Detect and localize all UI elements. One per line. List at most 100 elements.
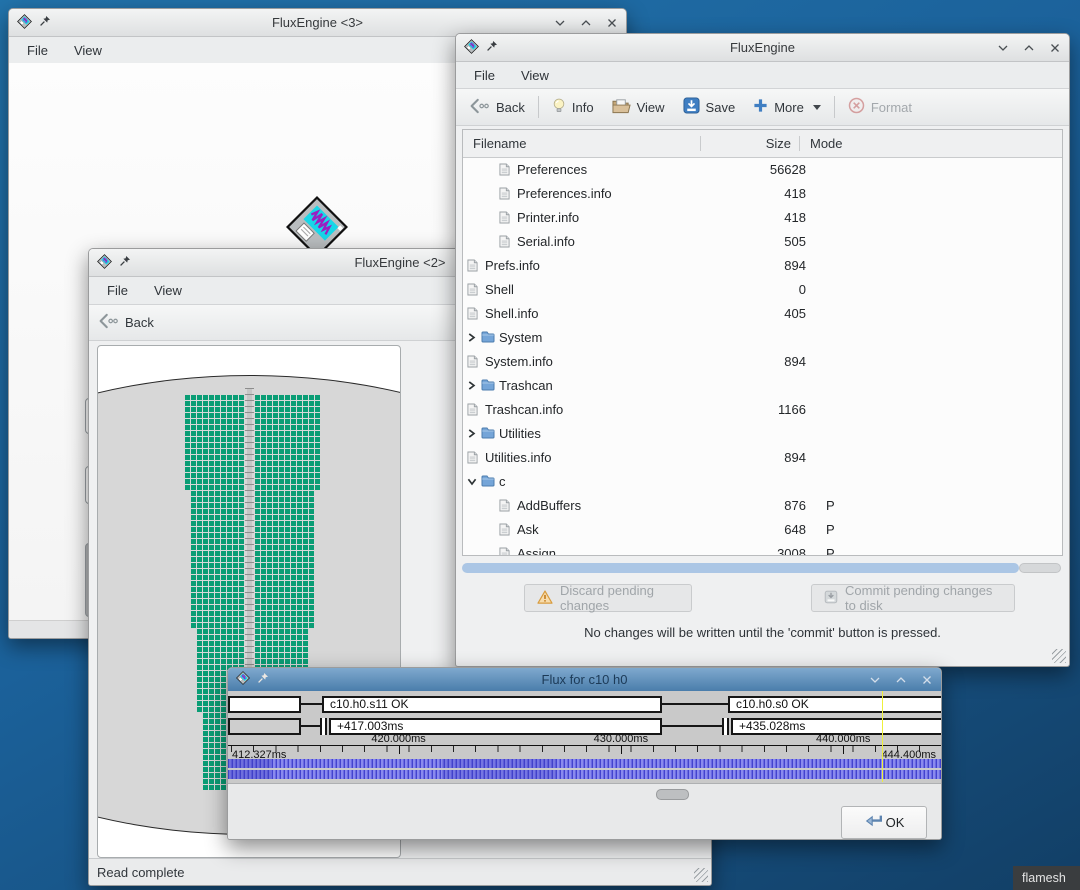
table-row[interactable]: c <box>463 469 1062 493</box>
axis-tick-label: 420.000ms <box>371 733 425 745</box>
toolbar: Back Info View Save More Format <box>456 89 1069 126</box>
file-list: Preferences56628Preferences.info418Print… <box>463 157 1062 555</box>
scrollbar-thumb[interactable] <box>1019 563 1061 573</box>
filename-cell: Ask <box>517 522 718 537</box>
size-cell: 876 <box>718 498 816 513</box>
commit-button[interactable]: Commit pending changes to disk <box>811 584 1015 612</box>
table-row[interactable]: Serial.info505 <box>463 229 1062 253</box>
back-label: Back <box>496 100 525 115</box>
info-button[interactable]: Info <box>543 89 603 125</box>
menu-file[interactable]: File <box>474 68 495 83</box>
app-icon <box>236 671 250 688</box>
axis-major-tick <box>843 745 844 754</box>
folder-open-icon <box>612 98 631 117</box>
return-arrow-icon <box>864 813 884 833</box>
plus-icon <box>753 98 768 116</box>
scrollbar-thumb[interactable] <box>656 789 689 800</box>
view-label: View <box>637 100 665 115</box>
folder-icon <box>481 379 499 391</box>
table-row[interactable]: Preferences56628 <box>463 157 1062 181</box>
window-title: FluxEngine <box>456 40 1069 55</box>
file-icon <box>499 187 517 200</box>
menu-file[interactable]: File <box>107 283 128 298</box>
axis-major-tick <box>621 745 622 754</box>
table-row[interactable]: Assign3008P <box>463 541 1062 555</box>
pin-icon[interactable] <box>119 255 131 270</box>
record-start-marker <box>722 718 729 735</box>
notification-flameshot[interactable]: flamesh <box>1013 866 1080 890</box>
filename-cell: Utilities <box>499 426 718 441</box>
titlebar[interactable]: FluxEngine <box>456 34 1069 62</box>
table-row[interactable]: Shell.info405 <box>463 301 1062 325</box>
file-icon <box>499 211 517 224</box>
resize-grip[interactable] <box>1052 649 1066 663</box>
column-filename[interactable]: Filename <box>463 136 700 151</box>
folder-icon <box>481 475 499 487</box>
table-row[interactable]: Preferences.info418 <box>463 181 1062 205</box>
pin-icon[interactable] <box>486 40 498 55</box>
notification-text: flamesh <box>1022 871 1066 885</box>
connector-line <box>662 703 728 705</box>
ok-button[interactable]: OK <box>841 806 927 839</box>
close-icon[interactable] <box>606 17 618 29</box>
titlebar[interactable]: Flux for c10 h0 <box>228 668 941 692</box>
discard-button[interactable]: Discard pending changes <box>524 584 692 612</box>
table-row[interactable]: Prefs.info894 <box>463 253 1062 277</box>
table-row[interactable]: AddBuffers876P <box>463 493 1062 517</box>
discard-label: Discard pending changes <box>560 583 679 613</box>
pin-icon[interactable] <box>257 672 269 687</box>
format-label: Format <box>871 100 912 115</box>
minimize-icon[interactable] <box>869 674 881 686</box>
desktop: { "colors": { "desktop_blue": "#1b619a",… <box>0 0 1080 890</box>
back-button[interactable]: Back <box>460 89 534 125</box>
column-mode[interactable]: Mode <box>799 136 1062 151</box>
chevron-down-icon[interactable] <box>467 477 481 486</box>
chevron-down-icon <box>813 105 821 110</box>
app-icon <box>464 39 479 57</box>
back-label: Back <box>125 315 154 330</box>
table-row[interactable]: Utilities.info894 <box>463 445 1062 469</box>
table-row[interactable]: Trashcan.info1166 <box>463 397 1062 421</box>
table-row[interactable]: System <box>463 325 1062 349</box>
maximize-icon[interactable] <box>1023 42 1035 54</box>
chevron-right-icon[interactable] <box>467 429 481 438</box>
save-button[interactable]: Save <box>674 89 745 125</box>
file-icon <box>499 499 517 512</box>
more-button[interactable]: More <box>744 89 830 125</box>
table-row[interactable]: Ask648P <box>463 517 1062 541</box>
maximize-icon[interactable] <box>580 17 592 29</box>
maximize-icon[interactable] <box>895 674 907 686</box>
sector-label: c10.h0.s11 OK <box>330 697 409 711</box>
commit-disk-icon <box>824 590 838 607</box>
menubar: File View <box>456 62 1069 89</box>
minimize-icon[interactable] <box>997 42 1009 54</box>
table-row[interactable]: Shell0 <box>463 277 1062 301</box>
window-fluxengine-files: FluxEngine File View Back Info View Save <box>455 33 1070 667</box>
chevron-right-icon[interactable] <box>467 381 481 390</box>
mode-cell: P <box>816 546 1062 556</box>
table-row[interactable]: Trashcan <box>463 373 1062 397</box>
table-row[interactable]: Printer.info418 <box>463 205 1062 229</box>
menu-view[interactable]: View <box>154 283 182 298</box>
view-button[interactable]: View <box>603 89 674 125</box>
filename-cell: Printer.info <box>517 210 718 225</box>
table-row[interactable]: System.info894 <box>463 349 1062 373</box>
menu-view[interactable]: View <box>74 43 102 58</box>
minimize-icon[interactable] <box>554 17 566 29</box>
toolbar-separator <box>834 96 835 118</box>
horizontal-scrollbar[interactable] <box>462 563 1061 573</box>
chevron-right-icon[interactable] <box>467 333 481 342</box>
app-icon <box>97 254 112 272</box>
axis-tick-label: 430.000ms <box>594 733 648 745</box>
format-button[interactable]: Format <box>839 89 921 125</box>
column-size[interactable]: Size <box>700 136 799 151</box>
back-button[interactable]: Back <box>89 305 163 340</box>
menu-file[interactable]: File <box>27 43 48 58</box>
close-icon[interactable] <box>1049 42 1061 54</box>
time-cursor[interactable] <box>882 691 883 782</box>
pin-icon[interactable] <box>39 15 51 30</box>
menu-view[interactable]: View <box>521 68 549 83</box>
close-icon[interactable] <box>921 674 933 686</box>
resize-grip[interactable] <box>694 868 708 882</box>
table-row[interactable]: Utilities <box>463 421 1062 445</box>
